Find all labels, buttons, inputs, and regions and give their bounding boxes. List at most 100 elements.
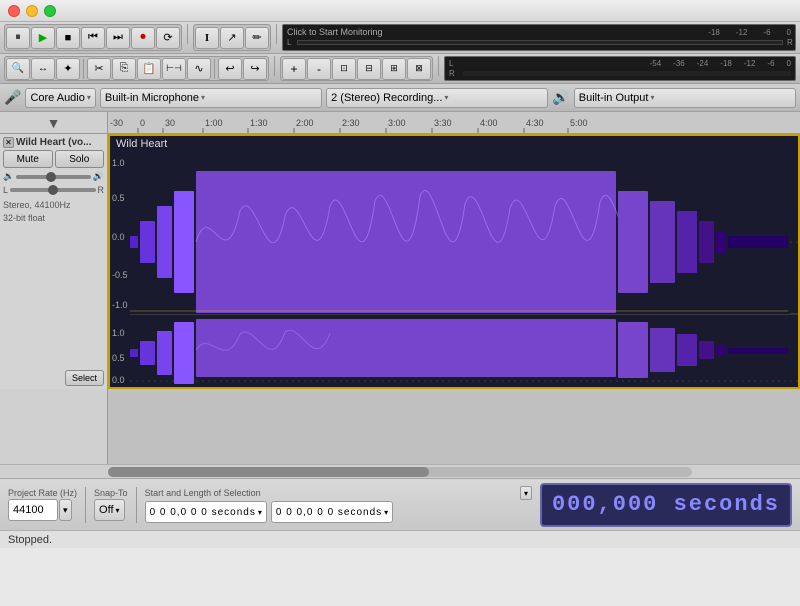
minimize-button[interactable] <box>26 5 38 17</box>
time-display-text: 000,000 seconds <box>552 492 780 517</box>
svg-text:2:00: 2:00 <box>296 118 314 128</box>
status-text: Stopped. <box>8 534 52 546</box>
channels-select[interactable]: 2 (Stereo) Recording... ▾ <box>326 88 548 108</box>
waveform-svg: 1.0 0.5 0.0 -0.5 -1.0 1.0 0.5 0.0 <box>110 136 798 387</box>
svg-text:2:30: 2:30 <box>342 118 360 128</box>
meter-scale-r: R <box>449 69 455 78</box>
selection-length-input[interactable]: 0 0 0,0 0 0 seconds ▾ <box>271 501 393 523</box>
gain-slider[interactable] <box>16 175 91 179</box>
svg-text:0.5: 0.5 <box>112 353 125 363</box>
lr-label: L <box>287 38 295 47</box>
paste-button[interactable]: 📋 <box>137 58 161 80</box>
play-button[interactable]: ▶ <box>31 27 55 49</box>
rewind-button[interactable]: ⏮ <box>81 27 105 49</box>
svg-text:-30: -30 <box>110 118 123 128</box>
pause-button[interactable]: ⏸ <box>6 27 30 49</box>
svg-text:0.0: 0.0 <box>112 375 125 385</box>
redo-button[interactable]: ↪ <box>243 58 267 80</box>
timeshift-tool-button[interactable]: ↔ <box>31 58 55 80</box>
maximize-button[interactable] <box>44 5 56 17</box>
copy-button[interactable]: ⎘ <box>112 58 136 80</box>
main-track-area: ✕ Wild Heart (vo... Mute Solo 🔉 🔊 L R St… <box>0 134 800 389</box>
snap-to-arrow: ▾ <box>116 506 120 515</box>
track-controls: ✕ Wild Heart (vo... Mute Solo 🔉 🔊 L R St… <box>0 134 108 389</box>
track-name: Wild Heart (vo... <box>16 137 104 148</box>
empty-track-area <box>0 389 800 464</box>
pause-icon: ⏸ <box>15 31 21 44</box>
svg-text:1.0: 1.0 <box>112 328 125 338</box>
selection-label: Start and Length of Selection <box>145 488 261 498</box>
bottom-toolbar: Project Rate (Hz) 44100 ▾ Snap-To Off ▾ … <box>0 478 800 530</box>
multi-tool-button[interactable]: ✦ <box>56 58 80 80</box>
svg-text:0.5: 0.5 <box>112 193 125 203</box>
snap-to-select[interactable]: Off ▾ <box>94 499 125 521</box>
solo-button[interactable]: Solo <box>55 150 105 168</box>
pan-thumb[interactable] <box>48 185 58 195</box>
meter-scale-l: L <box>449 59 455 68</box>
speaker-icon: 🔊 <box>552 89 569 106</box>
fit-project-button[interactable]: ⊡ <box>332 58 356 80</box>
pan-slider[interactable] <box>10 188 95 192</box>
record-button[interactable]: ⏺ <box>131 27 155 49</box>
svg-text:1.0: 1.0 <box>112 158 125 168</box>
project-rate-input[interactable]: 44100 <box>8 499 58 521</box>
mic-icon: 🎤 <box>4 89 21 106</box>
fit-view-button[interactable]: ⊟ <box>357 58 381 80</box>
waveform-display[interactable]: Wild Heart 1.0 0.5 0.0 -0.5 -1.0 1.0 0.5… <box>108 134 800 389</box>
gain-icon: 🔉 <box>3 171 14 182</box>
selection-start-input[interactable]: 0 0 0,0 0 0 seconds ▾ <box>145 501 267 523</box>
draw-tool-button[interactable]: ✏ <box>245 27 269 49</box>
gain-right-icon: 🔊 <box>93 171 104 182</box>
gain-thumb[interactable] <box>46 172 56 182</box>
track-close-button[interactable]: ✕ <box>3 137 14 148</box>
zoom-out-button[interactable]: - <box>307 58 331 80</box>
output-device-select[interactable]: Built-in Output ▾ <box>574 88 796 108</box>
project-rate-down-button[interactable]: ▾ <box>59 499 72 521</box>
trim-button[interactable]: ⊢⊣ <box>162 58 186 80</box>
zoom-tool-button[interactable]: 🔍 <box>6 58 30 80</box>
select-button[interactable]: Select <box>65 370 104 386</box>
envelope-tool-button[interactable]: ↗ <box>220 27 244 49</box>
title-bar <box>0 0 800 22</box>
pan-l-label: L <box>3 185 8 195</box>
ruler-svg: -30 0 30 1:00 1:30 2:00 2:30 3:00 3:30 4… <box>108 112 800 133</box>
svg-text:-1.0: -1.0 <box>112 300 128 310</box>
project-rate-group: Project Rate (Hz) 44100 ▾ <box>8 488 77 521</box>
zoom-in-button[interactable]: + <box>282 58 306 80</box>
collapse-icon[interactable]: ▼ <box>47 115 61 131</box>
audio-system-select[interactable]: Core Audio ▾ <box>25 88 95 108</box>
zoom-norm-button[interactable]: ⊠ <box>407 58 431 80</box>
svg-text:4:00: 4:00 <box>480 118 498 128</box>
device-toolbar: 🎤 Core Audio ▾ Built-in Microphone ▾ 2 (… <box>0 84 800 112</box>
monitor-click-label[interactable]: Click to Start Monitoring <box>287 27 383 37</box>
svg-text:-0.5: -0.5 <box>112 270 128 280</box>
loop-button[interactable]: ⟳ <box>156 27 180 49</box>
undo-button[interactable]: ↩ <box>218 58 242 80</box>
sep4 <box>438 56 439 76</box>
status-bar: Stopped. <box>0 530 800 548</box>
separator <box>187 24 188 44</box>
cut-button[interactable]: ✂ <box>87 58 111 80</box>
svg-text:0: 0 <box>140 118 145 128</box>
channels-arrow: ▾ <box>444 93 448 102</box>
selection-type-button[interactable]: ▾ <box>520 486 532 500</box>
track-info: Stereo, 44100Hz32-bit float <box>3 199 104 224</box>
sep-tools <box>83 59 84 79</box>
r-label: R <box>787 38 791 47</box>
time-display: 000,000 seconds <box>540 483 792 527</box>
mute-button[interactable]: Mute <box>3 150 53 168</box>
svg-text:1:00: 1:00 <box>205 118 223 128</box>
input-device-select[interactable]: Built-in Microphone ▾ <box>100 88 322 108</box>
sep-edit <box>214 59 215 79</box>
stop-button[interactable]: ■ <box>56 27 80 49</box>
forward-button[interactable]: ⏭ <box>106 27 130 49</box>
close-button[interactable] <box>8 5 20 17</box>
select-tool-button[interactable]: I <box>195 27 219 49</box>
scrollbar-thumb[interactable] <box>108 467 429 477</box>
zoom-sel-button[interactable]: ⊞ <box>382 58 406 80</box>
selection-group: Start and Length of Selection ▾ 0 0 0,0 … <box>145 486 532 523</box>
svg-text:5:00: 5:00 <box>570 118 588 128</box>
svg-text:4:30: 4:30 <box>526 118 544 128</box>
silence-button[interactable]: ∿ <box>187 58 211 80</box>
scrollbar-track <box>108 467 692 477</box>
